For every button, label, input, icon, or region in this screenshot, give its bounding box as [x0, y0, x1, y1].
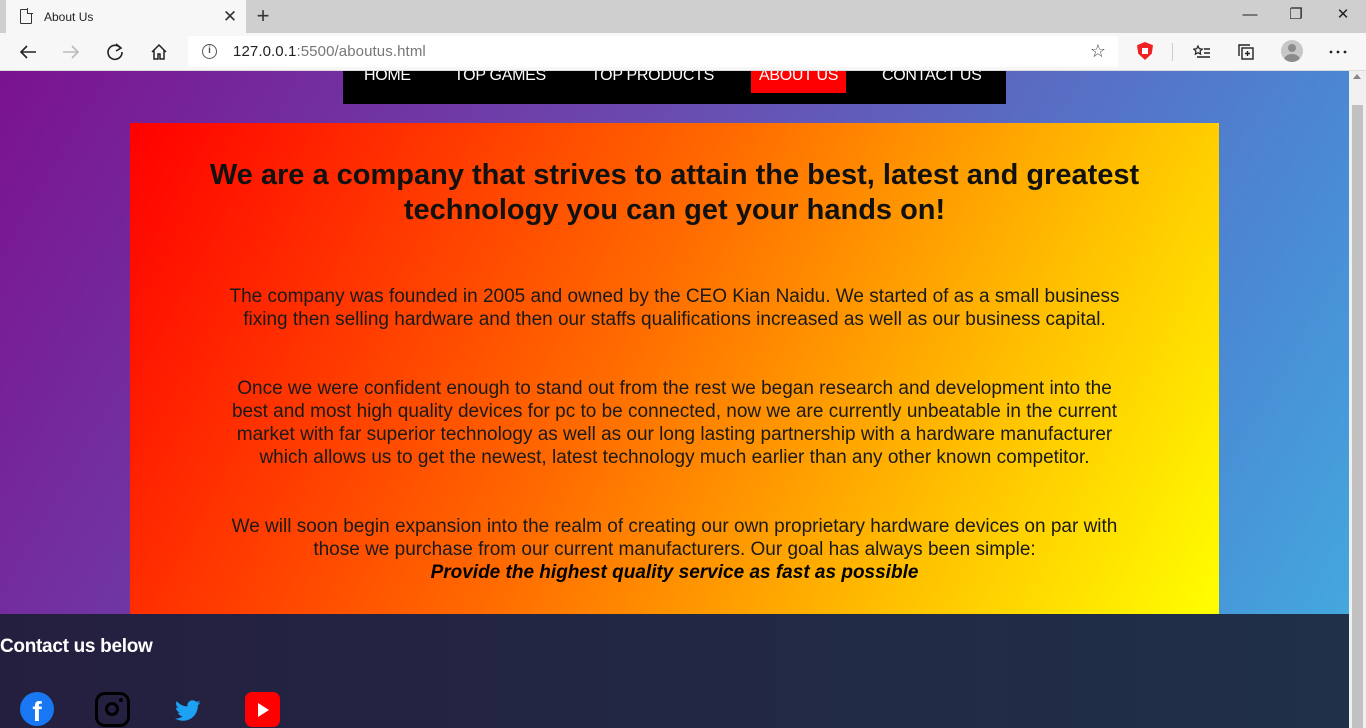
minimize-button[interactable]: — [1227, 0, 1273, 30]
refresh-icon[interactable] [100, 37, 130, 67]
nav-contact-us[interactable]: CONTACT US [874, 71, 990, 93]
profile-avatar[interactable] [1281, 40, 1303, 62]
collections-icon[interactable] [1231, 37, 1261, 67]
goal-text: We will soon begin expansion into the re… [231, 516, 1118, 560]
twitter-icon[interactable] [175, 700, 201, 722]
shield-icon[interactable] [1137, 42, 1153, 60]
nav-top-products[interactable]: TOP PRODUCTS [583, 71, 722, 93]
window-close-button[interactable]: ✕ [1320, 0, 1366, 30]
restore-button[interactable]: ❐ [1273, 0, 1319, 30]
instagram-icon[interactable] [95, 692, 130, 727]
more-menu-icon[interactable] [1323, 37, 1353, 67]
browser-tab-strip: About Us ✕ + — ❐ ✕ [0, 0, 1366, 33]
url-text[interactable]: 127.0.0.1:5500/aboutus.html [233, 43, 426, 60]
about-paragraph-growth: Once we were confident enough to stand o… [231, 378, 1118, 468]
back-icon[interactable] [13, 37, 43, 67]
page-scrollbar[interactable] [1349, 71, 1366, 728]
address-bar[interactable]: i 127.0.0.1:5500/aboutus.html ☆ [188, 36, 1118, 67]
youtube-icon[interactable] [245, 692, 280, 727]
site-info-icon[interactable]: i [202, 44, 217, 59]
tab-title: About Us [44, 9, 94, 24]
tab-close-icon[interactable]: ✕ [218, 8, 242, 25]
nav-about-us[interactable]: ABOUT US [751, 71, 847, 93]
facebook-icon[interactable]: f [20, 692, 54, 727]
favorite-star-icon[interactable]: ☆ [1090, 41, 1106, 62]
toolbar-divider [1172, 43, 1173, 61]
scroll-thumb[interactable] [1352, 105, 1363, 728]
footer-title: Contact us below [0, 636, 153, 657]
main-navbar: HOME TOP GAMES TOP PRODUCTS ABOUT US CON… [343, 71, 1006, 104]
forward-icon[interactable] [56, 37, 86, 67]
nav-home[interactable]: HOME [356, 71, 419, 93]
company-motto: Provide the highest quality service as f… [430, 562, 919, 583]
about-paragraph-history: The company was founded in 2005 and owne… [229, 286, 1120, 330]
nav-top-games[interactable]: TOP GAMES [446, 71, 554, 93]
scroll-up-arrow-icon[interactable] [1353, 74, 1361, 79]
page-icon [20, 8, 33, 24]
browser-tab[interactable]: About Us ✕ [6, 0, 246, 33]
about-paragraph-goal: We will soon begin expansion into the re… [220, 515, 1129, 584]
page-viewport: HOME TOP GAMES TOP PRODUCTS ABOUT US CON… [0, 71, 1349, 728]
new-tab-button[interactable]: + [252, 3, 274, 29]
browser-toolbar: i 127.0.0.1:5500/aboutus.html ☆ [0, 33, 1366, 71]
about-heading: We are a company that strives to attain … [209, 159, 1140, 226]
favorites-list-icon[interactable] [1187, 37, 1217, 67]
footer: Contact us below f [0, 614, 1349, 728]
about-content-box: We are a company that strives to attain … [130, 123, 1219, 614]
home-icon[interactable] [144, 37, 174, 67]
